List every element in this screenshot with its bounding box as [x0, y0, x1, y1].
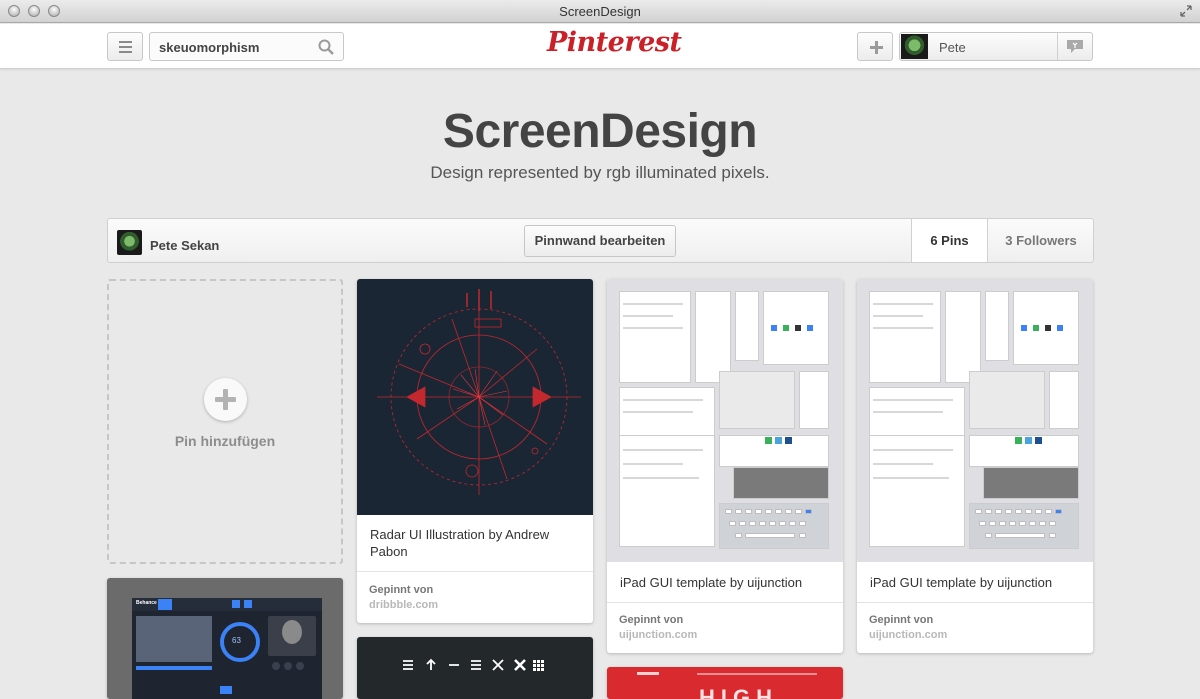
banner-text: HIGH [699, 685, 778, 699]
add-pin-label: Pin hinzufügen [174, 433, 276, 449]
user-menu[interactable]: Pete [899, 32, 1093, 61]
site-header: skeuomorphism Pinterest Pete [0, 24, 1200, 69]
behance-tab: Behance [136, 600, 157, 606]
board-title: ScreenDesign [442, 105, 758, 158]
pin-card[interactable]: iPad GUI template by uijunction Gepinnt … [857, 279, 1093, 653]
window-title: ScreenDesign [559, 4, 641, 19]
search-input[interactable]: skeuomorphism [149, 32, 344, 61]
add-pin-card[interactable]: Pin hinzufügen [107, 279, 343, 564]
pin-meta-label: Gepinnt von [619, 614, 684, 626]
board-info-bar: Pete Sekan Pinnwand bearbeiten 6 Pins 3 … [107, 218, 1094, 263]
pin-source[interactable]: dribbble.com [369, 599, 438, 611]
pin-card[interactable] [357, 637, 593, 699]
gauge-value: 63 [232, 636, 241, 645]
pin-meta-label: Gepinnt von [369, 584, 434, 596]
pin-card[interactable]: HIGH [607, 667, 843, 699]
dashboard-ui-image[interactable]: Behance 63 [132, 598, 322, 699]
menu-button[interactable] [107, 32, 143, 61]
minimize-window-button[interactable] [28, 5, 40, 17]
messages-icon[interactable] [1066, 39, 1084, 54]
pins-count-tab[interactable]: 6 Pins [911, 219, 987, 262]
pin-meta-label: Gepinnt von [869, 614, 934, 626]
window-titlebar: ScreenDesign [0, 0, 1200, 23]
menu-icon [119, 41, 132, 43]
owner-name[interactable]: Pete Sekan [150, 238, 219, 253]
icon-set-image[interactable] [397, 657, 557, 673]
add-button[interactable] [857, 32, 893, 61]
zoom-window-button[interactable] [48, 5, 60, 17]
close-window-button[interactable] [8, 5, 20, 17]
pin-description: iPad GUI template by uijunction [620, 575, 803, 590]
pin-card[interactable]: Radar UI Illustration by Andrew Pabon Ge… [357, 279, 593, 623]
radar-ui-image[interactable] [357, 279, 593, 515]
board-description: Design represented by rgb illuminated pi… [430, 163, 770, 182]
fullscreen-icon[interactable] [1180, 5, 1192, 17]
ipad-gui-image[interactable] [607, 279, 843, 562]
pin-card[interactable]: iPad GUI template by uijunction Gepinnt … [607, 279, 843, 653]
ipad-gui-image[interactable] [857, 279, 1093, 562]
pin-card[interactable]: Behance 63 [107, 578, 343, 699]
pin-description: iPad GUI template by uijunction [870, 575, 1053, 590]
search-value: skeuomorphism [159, 40, 260, 55]
pin-description: Radar UI Illustration by Andrew Pabon [370, 527, 550, 559]
edit-board-button[interactable]: Pinnwand bearbeiten [524, 225, 676, 257]
followers-count-tab[interactable]: 3 Followers [987, 219, 1094, 262]
search-icon[interactable] [318, 39, 334, 55]
pin-source[interactable]: uijunction.com [869, 629, 947, 641]
pin-source[interactable]: uijunction.com [619, 629, 697, 641]
owner-avatar[interactable] [117, 230, 142, 255]
red-banner-image[interactable]: HIGH [607, 667, 843, 699]
add-pin-plus-icon [204, 378, 247, 421]
avatar [901, 34, 928, 59]
user-name: Pete [939, 40, 966, 55]
pinterest-logo[interactable]: Pinterest [547, 27, 682, 58]
